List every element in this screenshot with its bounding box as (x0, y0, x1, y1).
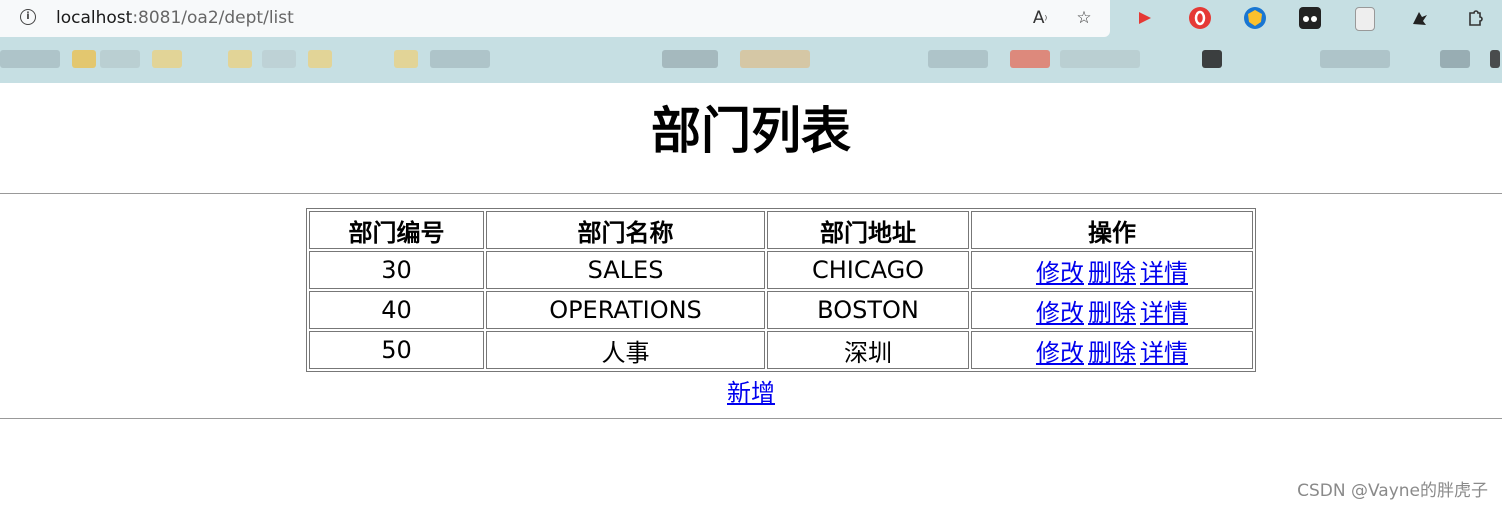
add-dept-link[interactable]: 新增 (727, 379, 775, 407)
info-icon[interactable]: i (20, 9, 36, 25)
folder-icon[interactable] (394, 50, 418, 68)
bookmark-item[interactable] (262, 50, 296, 68)
bookmark-item[interactable] (1320, 50, 1390, 68)
bookmark-item[interactable] (1010, 50, 1050, 68)
delete-link[interactable]: 删除 (1088, 299, 1136, 327)
cell-dname: SALES (486, 251, 765, 289)
browser-chrome: i localhost:8081/oa2/dept/list A⁾ ☆ (0, 0, 1502, 83)
cell-deptno: 40 (309, 291, 484, 329)
edit-link[interactable]: 修改 (1036, 259, 1084, 287)
bookmark-item[interactable] (1060, 50, 1140, 68)
url-host: localhost (56, 8, 133, 28)
cell-loc: CHICAGO (767, 251, 969, 289)
bookmark-item[interactable] (1440, 50, 1470, 68)
video-extension-icon[interactable] (1134, 7, 1156, 29)
delete-link[interactable]: 删除 (1088, 259, 1136, 287)
url-path: :8081/oa2/dept/list (132, 8, 294, 28)
add-favorite-icon[interactable]: ☆ (1072, 6, 1096, 30)
cell-actions: 修改 删除 详情 (971, 291, 1253, 329)
header-deptno: 部门编号 (309, 211, 484, 249)
bookmark-item[interactable] (928, 50, 988, 68)
bookmark-item[interactable] (430, 50, 490, 68)
edit-link[interactable]: 修改 (1036, 339, 1084, 367)
watermark: CSDN @Vayne的胖虎子 (1297, 481, 1488, 501)
detail-link[interactable]: 详情 (1140, 339, 1188, 367)
delete-link[interactable]: 删除 (1088, 339, 1136, 367)
dept-table: 部门编号 部门名称 部门地址 操作 30 SALES CHICAGO 修改 删除详… (306, 208, 1256, 372)
edit-link[interactable]: 修改 (1036, 299, 1084, 327)
page-title: 部门列表 (651, 102, 851, 160)
document-extension-icon[interactable] (1355, 7, 1375, 31)
bookmark-item[interactable] (100, 50, 140, 68)
header-actions: 操作 (971, 211, 1253, 249)
top-divider (0, 193, 1502, 194)
table-row: 30 SALES CHICAGO 修改 删除 详情 (309, 251, 1253, 289)
bookmark-item[interactable] (1202, 50, 1222, 68)
add-link-container: 新增 (0, 373, 1502, 408)
bookmarks-bar (0, 45, 1502, 73)
extensions-icon[interactable] (1464, 7, 1486, 29)
shield-extension-icon[interactable] (1244, 7, 1266, 29)
cell-actions: 修改 删除 详情 (971, 331, 1253, 369)
bottom-divider (0, 418, 1502, 419)
cell-loc: BOSTON (767, 291, 969, 329)
folder-icon[interactable] (152, 50, 182, 68)
header-loc: 部门地址 (767, 211, 969, 249)
page-content: 部门列表 部门编号 部门名称 部门地址 操作 30 SALES CHICAGO … (0, 83, 1502, 507)
folder-icon[interactable] (72, 50, 96, 68)
folder-icon[interactable] (228, 50, 252, 68)
bookmark-item[interactable] (0, 50, 60, 68)
bookmark-item[interactable] (662, 50, 718, 68)
table-header-row: 部门编号 部门名称 部门地址 操作 (309, 211, 1253, 249)
cell-dname: 人事 (486, 331, 765, 369)
cell-deptno: 50 (309, 331, 484, 369)
detail-link[interactable]: 详情 (1140, 299, 1188, 327)
address-bar[interactable]: i localhost:8081/oa2/dept/list A⁾ ☆ (0, 0, 1110, 37)
read-aloud-icon[interactable]: A⁾ (1028, 6, 1052, 30)
folder-icon[interactable] (308, 50, 332, 68)
bookmark-item[interactable] (740, 50, 810, 68)
url-text[interactable]: localhost:8081/oa2/dept/list (56, 8, 294, 28)
bookmarks-overflow-icon[interactable] (1490, 50, 1500, 68)
detail-link[interactable]: 详情 (1140, 259, 1188, 287)
cell-loc: 深圳 (767, 331, 969, 369)
table-row: 50 人事 深圳 修改 删除 详情 (309, 331, 1253, 369)
bird-extension-icon[interactable] (1409, 7, 1431, 29)
table-row: 40 OPERATIONS BOSTON 修改 删除 详情 (309, 291, 1253, 329)
cell-actions: 修改 删除 详情 (971, 251, 1253, 289)
cell-dname: OPERATIONS (486, 291, 765, 329)
cell-deptno: 30 (309, 251, 484, 289)
glasses-extension-icon[interactable] (1299, 7, 1321, 29)
header-dname: 部门名称 (486, 211, 765, 249)
opera-extension-icon[interactable] (1189, 7, 1211, 29)
